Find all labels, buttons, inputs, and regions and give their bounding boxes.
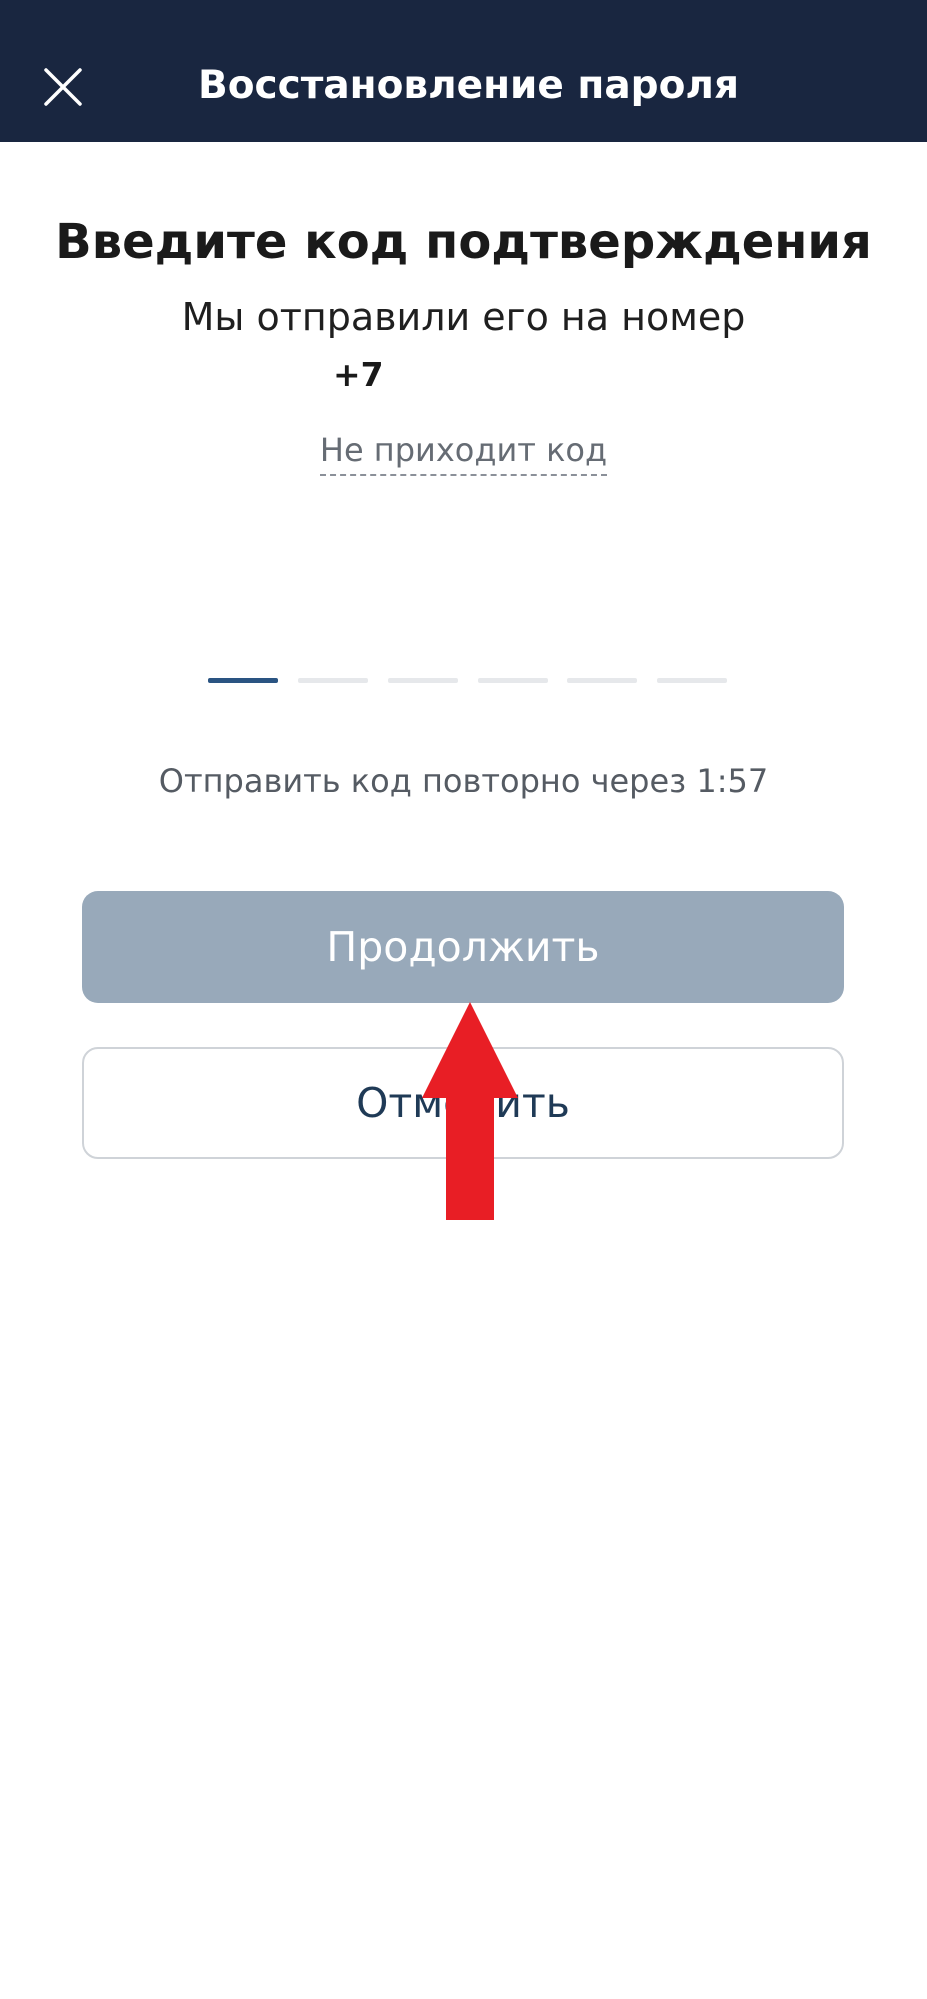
code-slot-6[interactable] bbox=[657, 678, 727, 683]
code-slot-3[interactable] bbox=[388, 678, 458, 683]
continue-button[interactable]: Продолжить bbox=[82, 891, 844, 1003]
header-bar: Восстановление пароля bbox=[0, 0, 927, 142]
no-code-link-row: Не приходит код bbox=[0, 428, 927, 476]
phone-number: +79 bbox=[333, 355, 383, 394]
continue-button-label: Продолжить bbox=[326, 923, 600, 971]
no-code-link[interactable]: Не приходит код bbox=[319, 428, 608, 476]
code-slot-1[interactable] bbox=[208, 678, 278, 683]
code-slot-2[interactable] bbox=[298, 678, 368, 683]
resend-countdown: Отправить код повторно через 1:57 bbox=[158, 762, 769, 800]
code-slot-5[interactable] bbox=[567, 678, 637, 683]
code-input[interactable] bbox=[208, 678, 728, 684]
code-slot-4[interactable] bbox=[478, 678, 548, 683]
arrow-up-icon bbox=[422, 1002, 518, 1220]
subtitle: Мы отправили его на номер bbox=[181, 295, 746, 339]
headline: Введите код подтверждения bbox=[55, 214, 872, 270]
password-recovery-screen: Восстановление пароля Введите код подтве… bbox=[0, 0, 927, 1999]
page-title: Восстановление пароля bbox=[198, 63, 739, 108]
